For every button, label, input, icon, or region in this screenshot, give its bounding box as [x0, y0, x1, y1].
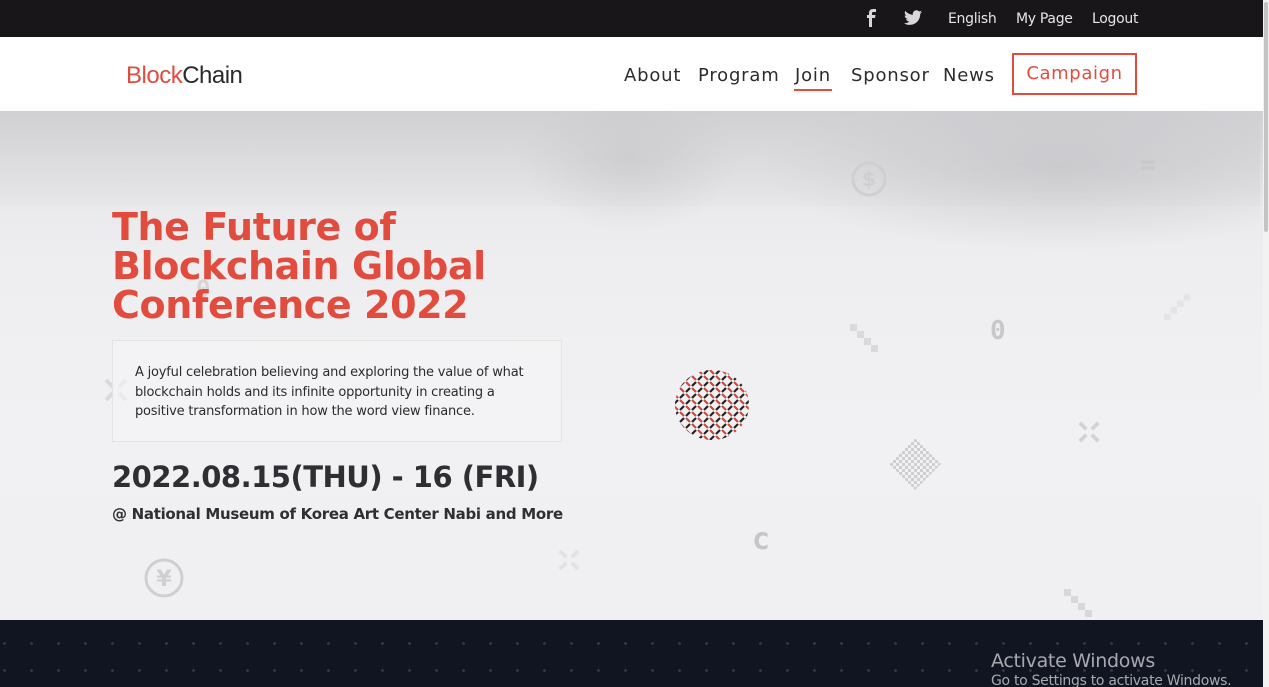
checker-diamond-decor-icon	[889, 438, 941, 490]
hero-title: The Future of Blockchain Global Conferen…	[112, 205, 486, 327]
hero-background-shade-2	[520, 111, 740, 231]
cross-decor-icon	[558, 549, 580, 571]
campaign-button[interactable]: Campaign	[1012, 53, 1137, 95]
nav-sponsor[interactable]: Sponsor	[851, 65, 930, 86]
decor-zero-glyph: 0	[990, 316, 1006, 346]
dotted-globe-decor-icon	[675, 370, 749, 440]
svg-text:¥: ¥	[156, 567, 172, 592]
nav-about[interactable]: About	[624, 65, 681, 86]
twitter-icon[interactable]	[904, 10, 922, 26]
page-scrollbar-thumb[interactable]	[1264, 2, 1268, 232]
top-bar: English My Page Logout	[0, 0, 1263, 37]
logo-part-block: Block	[126, 62, 183, 89]
logo-part-chain: Chain	[182, 62, 243, 89]
facebook-icon[interactable]	[864, 9, 878, 27]
yen-coin-icon: ¥	[144, 558, 184, 598]
windows-activation-subtitle: Go to Settings to activate Windows.	[991, 673, 1232, 687]
decor-c-glyph: c	[752, 522, 771, 557]
nav-active-underline	[794, 89, 832, 91]
site-logo[interactable]: BlockChain	[126, 62, 243, 90]
language-link[interactable]: English	[948, 11, 997, 27]
event-venue: @ National Museum of Korea Art Center Na…	[112, 505, 563, 523]
cross-decor-icon	[1078, 421, 1100, 443]
decor-equals-glyph: =	[1140, 150, 1156, 180]
nav-join[interactable]: Join	[795, 65, 831, 86]
mypage-link[interactable]: My Page	[1016, 11, 1073, 27]
pixel-stair-decor-icon	[1064, 589, 1092, 617]
windows-activation-title: Activate Windows	[991, 650, 1155, 672]
nav-program[interactable]: Program	[698, 65, 780, 86]
dollar-coin-icon: $	[851, 161, 887, 197]
hero-description: A joyful celebration believing and explo…	[135, 365, 524, 419]
logout-link[interactable]: Logout	[1092, 11, 1138, 27]
nav-news[interactable]: News	[943, 65, 995, 86]
hero-background-shade	[760, 111, 1260, 251]
svg-text:$: $	[862, 167, 876, 191]
pixel-stair-decor-icon	[850, 324, 878, 352]
pixel-stair-decor-icon	[1163, 293, 1191, 321]
event-date: 2022.08.15(THU) - 16 (FRI)	[112, 460, 539, 494]
